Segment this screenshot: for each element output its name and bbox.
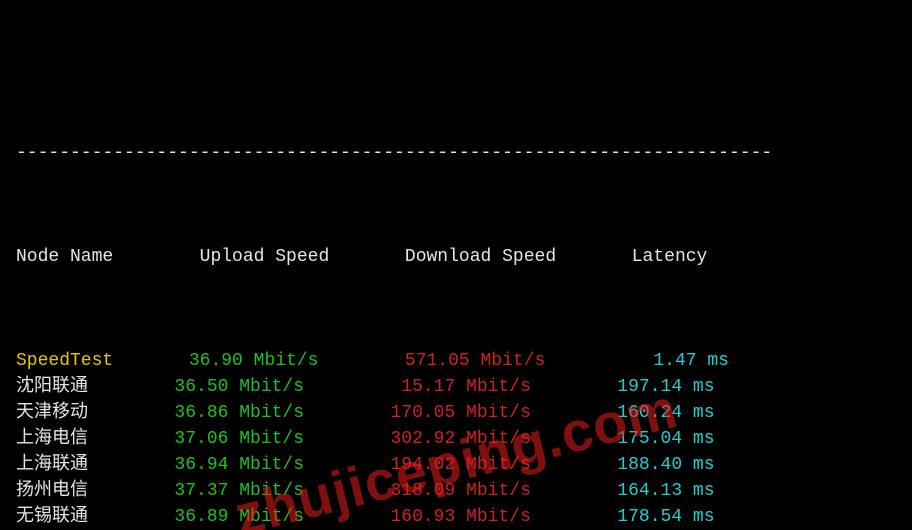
upload-speed: 36.50 Mbit/s	[153, 377, 304, 397]
table-row: 天津移动 36.86 Mbit/s 170.05 Mbit/s 160.24 m…	[16, 400, 896, 426]
terminal-output: zhujiceping.com ------------------------…	[0, 0, 912, 530]
download-speed: 194.02 Mbit/s	[358, 455, 531, 475]
latency: 175.04 ms	[585, 429, 715, 449]
upload-speed: 37.06 Mbit/s	[153, 429, 304, 449]
col-download: Download Speed	[405, 247, 556, 267]
download-speed: 571.05 Mbit/s	[372, 351, 545, 371]
latency: 188.40 ms	[585, 455, 715, 475]
table-row: 上海联通 36.94 Mbit/s 194.02 Mbit/s 188.40 m…	[16, 452, 896, 478]
table-row: 沈阳联通 36.50 Mbit/s 15.17 Mbit/s 197.14 ms	[16, 374, 896, 400]
col-latency: Latency	[632, 247, 708, 267]
latency: 1.47 ms	[599, 351, 729, 371]
upload-speed: 36.90 Mbit/s	[167, 351, 318, 371]
table-row: 上海电信 37.06 Mbit/s 302.92 Mbit/s 175.04 m…	[16, 426, 896, 452]
table-row: 扬州电信 37.37 Mbit/s 318.09 Mbit/s 164.13 m…	[16, 478, 896, 504]
upload-speed: 37.37 Mbit/s	[153, 481, 304, 501]
latency: 160.24 ms	[585, 403, 715, 423]
header-row: Node Name Upload Speed Download Speed La…	[16, 244, 896, 270]
download-speed: 302.92 Mbit/s	[358, 429, 531, 449]
upload-speed: 36.86 Mbit/s	[153, 403, 304, 423]
node-name: 上海电信	[16, 429, 88, 449]
table-row: SpeedTest 36.90 Mbit/s 571.05 Mbit/s 1.4…	[16, 348, 896, 374]
table-row: 无锡联通 36.89 Mbit/s 160.93 Mbit/s 178.54 m…	[16, 504, 896, 530]
node-name: 天津移动	[16, 403, 88, 423]
latency: 178.54 ms	[585, 507, 715, 527]
node-name: 上海联通	[16, 455, 88, 475]
col-upload: Upload Speed	[200, 247, 330, 267]
node-name: 无锡联通	[16, 507, 88, 527]
latency: 164.13 ms	[585, 481, 715, 501]
divider-top: ----------------------------------------…	[16, 140, 896, 166]
node-name: 沈阳联通	[16, 377, 88, 397]
download-speed: 15.17 Mbit/s	[358, 377, 531, 397]
latency: 197.14 ms	[585, 377, 715, 397]
upload-speed: 36.94 Mbit/s	[153, 455, 304, 475]
node-name: 扬州电信	[16, 481, 88, 501]
col-node-name: Node Name	[16, 247, 113, 267]
node-name: SpeedTest	[16, 351, 113, 371]
download-speed: 170.05 Mbit/s	[358, 403, 531, 423]
download-speed: 160.93 Mbit/s	[358, 507, 531, 527]
download-speed: 318.09 Mbit/s	[358, 481, 531, 501]
upload-speed: 36.89 Mbit/s	[153, 507, 304, 527]
